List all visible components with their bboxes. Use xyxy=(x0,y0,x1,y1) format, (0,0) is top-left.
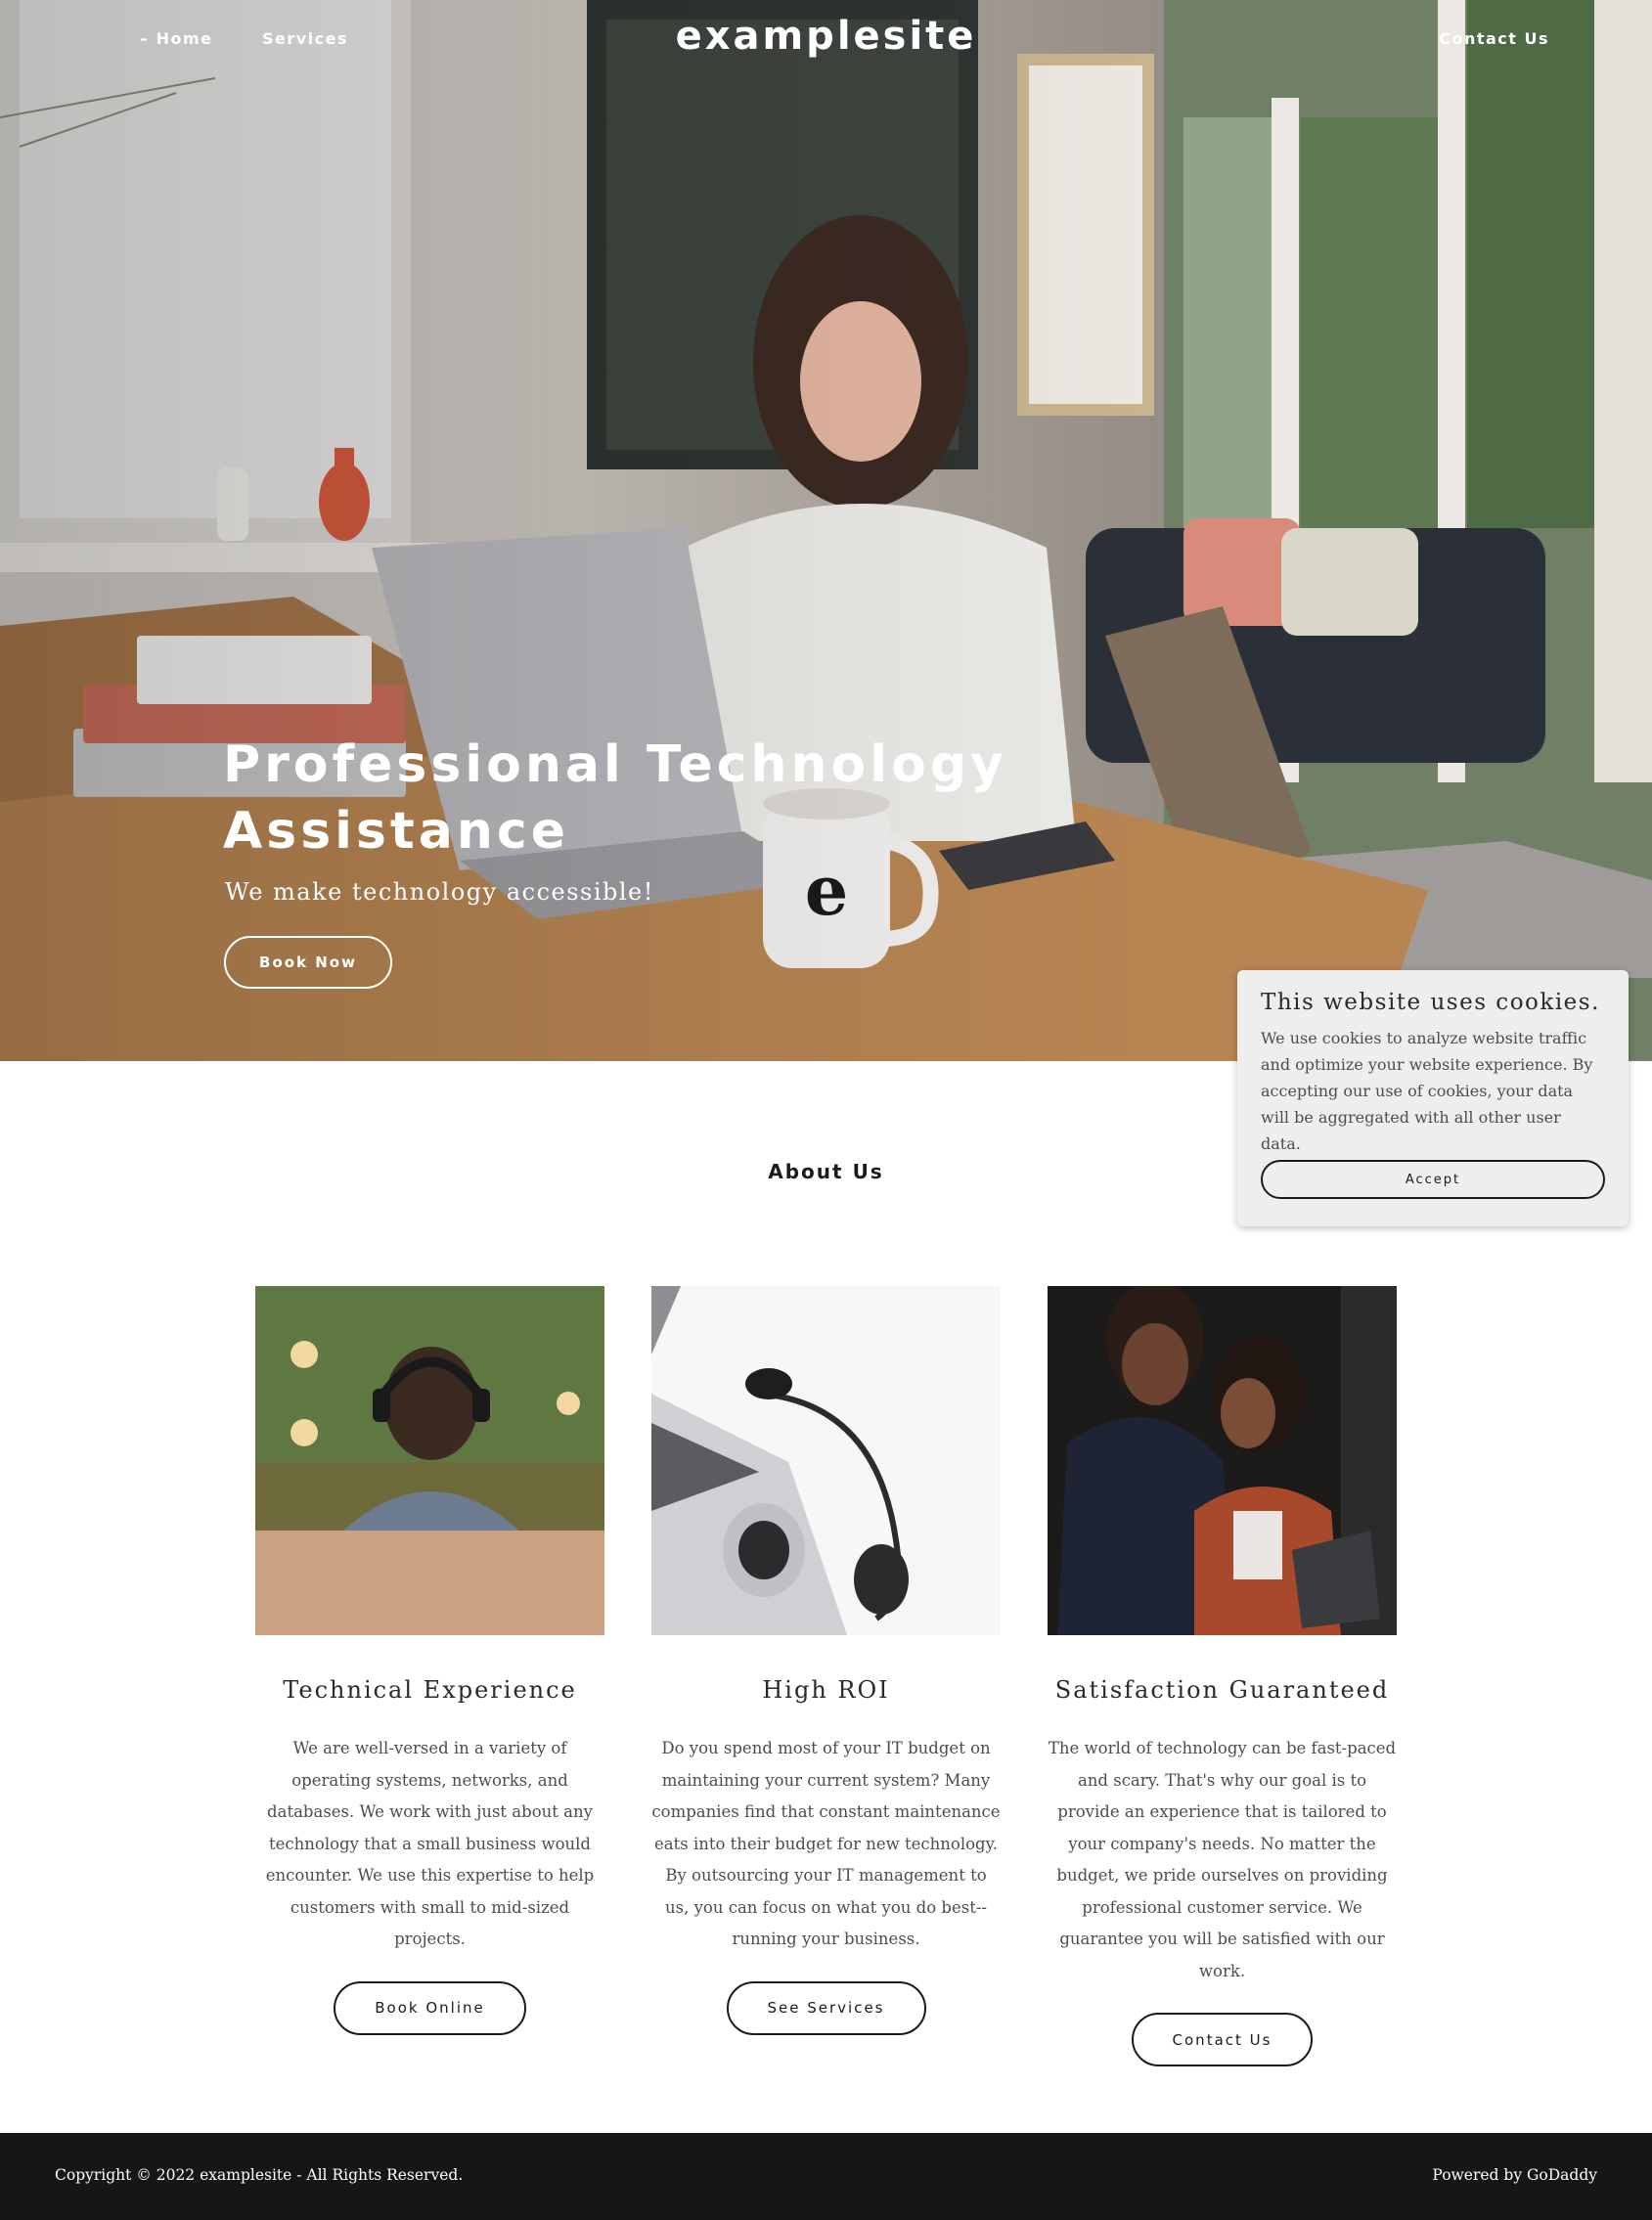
site-footer: Copyright © 2022 examplesite - All Right… xyxy=(0,2133,1652,2220)
see-services-button[interactable]: See Services xyxy=(726,1980,926,2035)
card-description: The world of technology can be fast-pace… xyxy=(1048,1739,1397,1980)
about-card-technical-experience: Technical Experience We are well-versed … xyxy=(255,1286,604,2035)
accept-cookies-button[interactable]: Accept xyxy=(1261,1160,1605,1199)
man-with-headphones-image xyxy=(255,1286,604,1635)
about-card-satisfaction-guaranteed: Satisfaction Guaranteed The world of tec… xyxy=(1048,1286,1397,2066)
about-card-high-roi: High ROI Do you spend most of your IT bu… xyxy=(651,1286,1001,2035)
powered-by-link[interactable]: Powered by GoDaddy xyxy=(1432,2166,1597,2184)
hero-subtitle: We make technology accessible! xyxy=(225,878,654,906)
headset-on-laptop-image xyxy=(651,1286,1001,1635)
cookie-banner: This website uses cookies. We use cookie… xyxy=(1237,970,1629,1226)
card-description: Do you spend most of your IT budget on m… xyxy=(651,1739,1001,1948)
cookie-text: We use cookies to analyze website traffi… xyxy=(1261,1029,1593,1153)
cookie-title: This website uses cookies. xyxy=(1261,990,1600,1015)
top-navigation: – Home Services examplesite Contact Us xyxy=(0,0,1652,78)
card-title: Satisfaction Guaranteed xyxy=(1054,1676,1390,1704)
card-title: Technical Experience xyxy=(283,1676,577,1704)
copyright-text: Copyright © 2022 examplesite - All Right… xyxy=(55,2166,464,2184)
card-title: High ROI xyxy=(762,1676,890,1704)
two-women-at-laptop-image xyxy=(1048,1286,1397,1635)
book-online-button[interactable]: Book Online xyxy=(334,1980,526,2035)
card-description: We are well-versed in a variety of opera… xyxy=(265,1739,595,1948)
hero-section: e – Home Services examplesite Contact Us… xyxy=(0,0,1652,1061)
contact-us-button[interactable]: Contact Us xyxy=(1131,2013,1314,2066)
book-now-button[interactable]: Book Now xyxy=(224,936,392,989)
site-logo[interactable]: examplesite xyxy=(0,14,1652,59)
hero-title: Professional Technology Assistance xyxy=(223,735,1007,861)
nav-contact-link[interactable]: Contact Us xyxy=(1439,29,1549,48)
